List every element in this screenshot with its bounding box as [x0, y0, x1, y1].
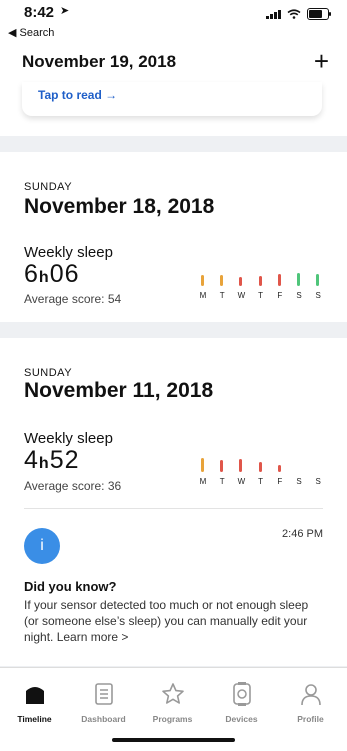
tab-label: Profile: [297, 714, 324, 724]
week-chart: MTWTFSS: [194, 260, 324, 300]
wifi-icon: [287, 9, 301, 19]
sleep-hours: 4: [24, 446, 39, 474]
day-letter: W: [237, 477, 246, 486]
status-icons: [266, 8, 331, 20]
day-bar: [201, 275, 204, 286]
tab-programs[interactable]: Programs: [138, 680, 207, 724]
timeline-icon: [25, 687, 44, 704]
day-bar: [316, 274, 320, 286]
watch-icon: [232, 682, 251, 706]
day-bar: [220, 460, 224, 472]
previous-card-area: Tap to read →: [0, 82, 347, 136]
weekly-sleep-value: 4h52: [24, 446, 80, 475]
tab-label: Programs: [152, 714, 193, 724]
average-score: Average score: 54: [24, 292, 122, 306]
day-bar: [258, 276, 262, 286]
day-bar: [297, 272, 300, 286]
day-letter: T: [258, 291, 264, 300]
tab-profile[interactable]: Profile: [276, 680, 345, 724]
hours-unit: h: [38, 269, 50, 286]
tip-text[interactable]: If your sensor detected too much or not …: [24, 597, 324, 645]
weekly-card[interactable]: SUNDAY November 11, 2018 Weekly sleep 4h…: [0, 338, 347, 666]
status-bar: 8:42 ➤ ◀ Search: [0, 0, 347, 42]
day-letter: T: [219, 291, 225, 300]
day-bar: [277, 274, 281, 286]
dashboard-icon: [94, 683, 113, 705]
day-letter: M: [199, 291, 207, 300]
day-label: SUNDAY: [24, 181, 73, 193]
day-letter: F: [277, 291, 283, 300]
day-letter: W: [237, 291, 246, 300]
tab-label: Timeline: [17, 714, 52, 724]
tip-time: 2:46 PM: [282, 528, 323, 540]
average-score: Average score: 36: [24, 479, 122, 493]
tab-timeline[interactable]: Timeline: [0, 680, 69, 724]
weekly-card[interactable]: SUNDAY November 18, 2018 Weekly sleep 6h…: [0, 152, 347, 322]
back-to-search-link[interactable]: ◀ Search: [8, 26, 54, 39]
tab-dashboard[interactable]: Dashboard: [69, 680, 138, 724]
location-arrow-icon: ➤: [60, 5, 70, 17]
home-indicator: [112, 738, 235, 742]
day-bar: [239, 459, 243, 472]
sleep-minutes: 52: [49, 446, 80, 474]
tap-to-read-link[interactable]: Tap to read →: [38, 88, 117, 102]
status-time: 8:42: [24, 4, 55, 21]
profile-icon: [300, 684, 321, 706]
day-bar: [220, 275, 224, 286]
star-icon: [161, 683, 184, 704]
tab-label: Devices: [225, 714, 258, 724]
tip-title: Did you know?: [24, 579, 117, 594]
day-letter: T: [258, 477, 264, 486]
info-icon: i: [24, 528, 60, 564]
week-date: November 11, 2018: [24, 379, 214, 402]
day-bar: [258, 462, 262, 472]
sleep-hours: 6: [24, 260, 39, 288]
divider: [24, 508, 323, 509]
day-letter: M: [199, 477, 207, 486]
day-letter: S: [296, 477, 302, 486]
weekly-sleep-label: Weekly sleep: [24, 244, 113, 261]
day-letter: S: [315, 291, 321, 300]
page-title: November 19, 2018: [22, 52, 177, 71]
day-bar: [201, 457, 204, 472]
plus-icon[interactable]: +: [314, 46, 329, 77]
week-date: November 18, 2018: [24, 195, 215, 218]
day-label: SUNDAY: [24, 367, 73, 379]
battery-icon: [307, 8, 331, 20]
day-bar: [239, 277, 243, 286]
day-letter: S: [315, 477, 321, 486]
weekly-sleep-label: Weekly sleep: [24, 430, 113, 447]
weekly-sleep-value: 6h06: [24, 260, 80, 289]
day-bar: [277, 464, 281, 472]
week-chart: MTWTFSS: [194, 446, 324, 486]
day-letter: T: [219, 477, 225, 486]
tab-label: Dashboard: [81, 714, 126, 724]
day-letter: F: [277, 477, 283, 486]
day-letter: S: [296, 291, 302, 300]
signal-icon: [266, 9, 281, 19]
tab-devices[interactable]: Devices: [207, 680, 276, 724]
previous-card[interactable]: Tap to read →: [22, 82, 322, 116]
header: November 19, 2018 +: [0, 42, 347, 82]
sleep-minutes: 06: [49, 260, 80, 288]
hours-unit: h: [38, 455, 50, 472]
